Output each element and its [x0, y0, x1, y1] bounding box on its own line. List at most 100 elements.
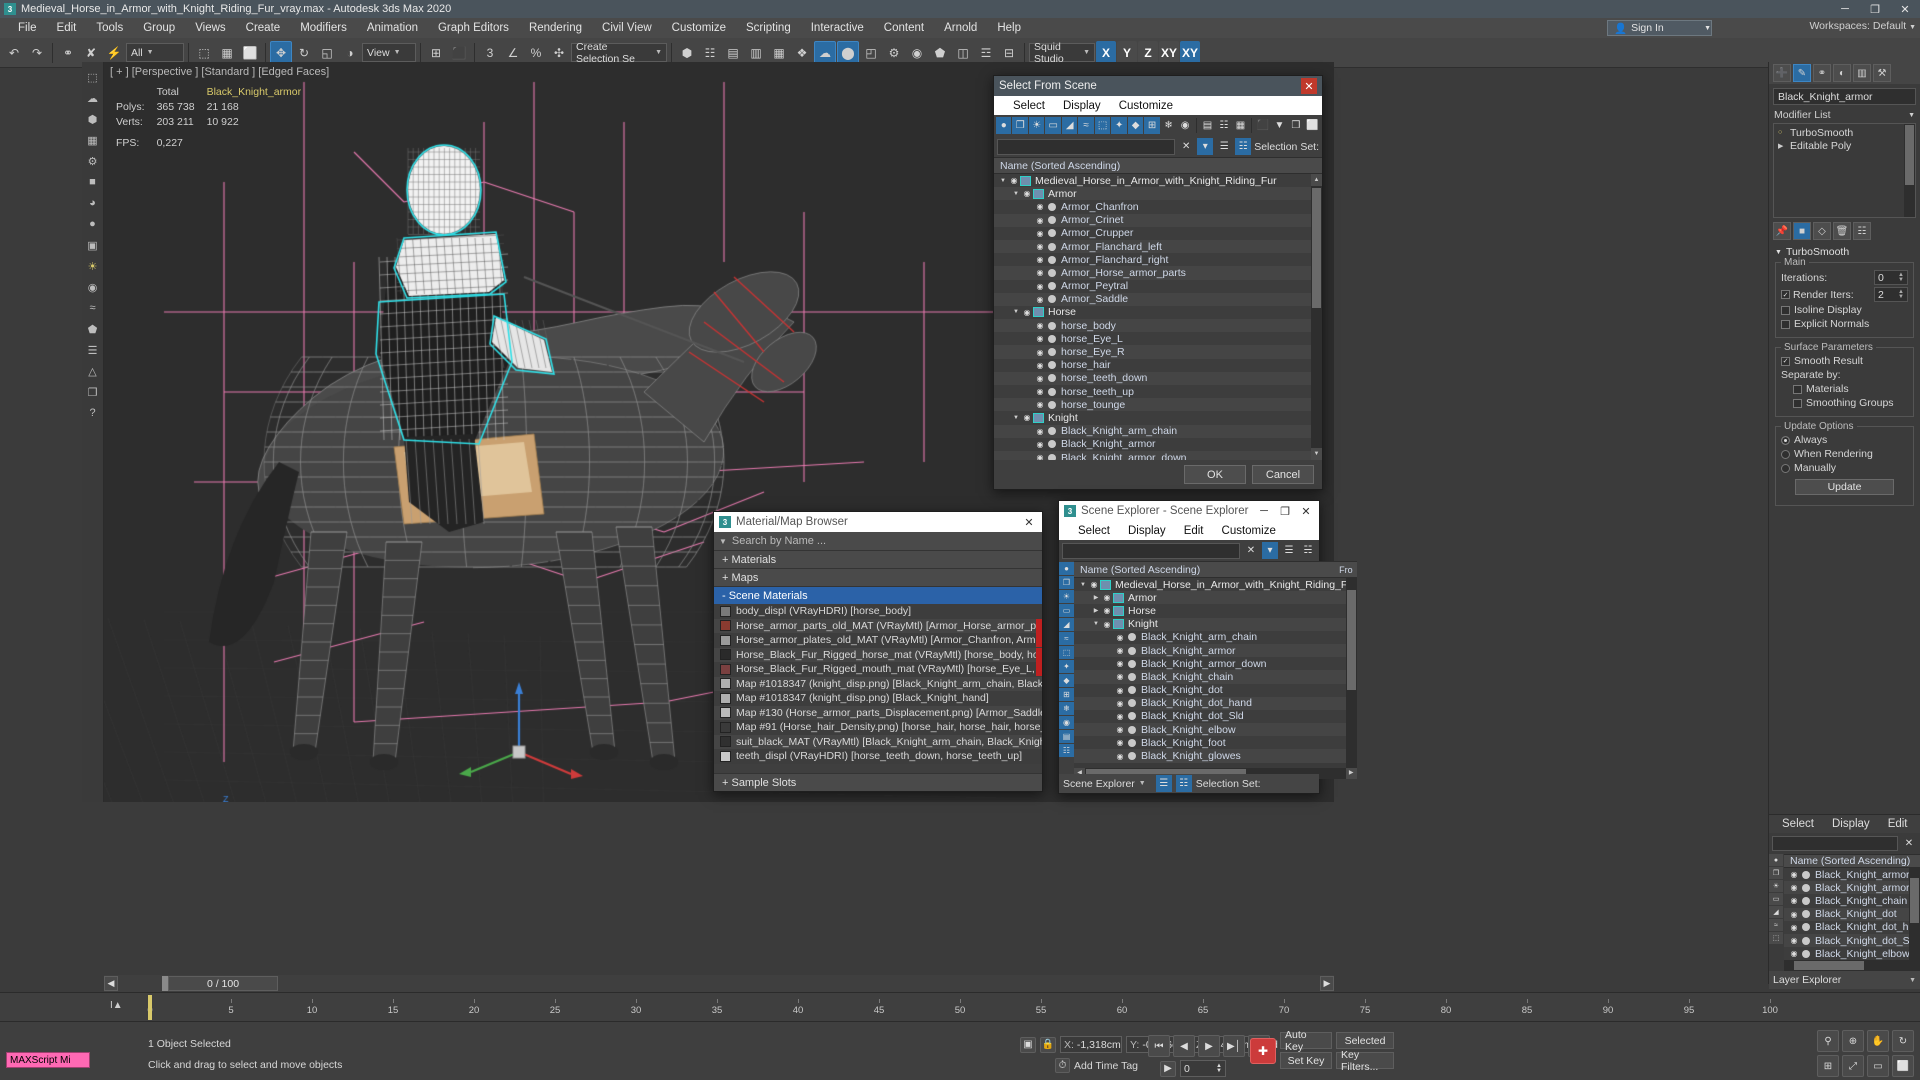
sfs-tree-row[interactable]: ◉ Armor_Flanchard_right [994, 253, 1322, 267]
mmb-material-row[interactable]: Horse_armor_plates_old_MAT (VRayMtl) [Ar… [714, 633, 1042, 648]
layer-explorer-clear-icon[interactable]: ✕ [1901, 835, 1917, 852]
left-toolbar-icon-15[interactable]: ❐ [83, 382, 103, 402]
se-tree-row[interactable]: ◉ Black_Knight_armor_down [1074, 657, 1357, 671]
modifier-stack-scrollbar[interactable] [1904, 124, 1915, 217]
isoline-display-checkbox[interactable] [1781, 305, 1790, 315]
se-vertical-scrollbar[interactable] [1345, 578, 1357, 768]
eye-icon[interactable]: ◉ [1034, 348, 1046, 357]
eye-icon[interactable]: ◉ [1101, 620, 1113, 629]
axis-constraint-z-button[interactable]: Z [1138, 40, 1158, 65]
remove-modifier-icon[interactable]: 🗑 [1833, 222, 1851, 240]
separate-smoothing-groups-checkbox[interactable] [1793, 398, 1802, 408]
chevron-down-icon[interactable]: ▼ [147, 49, 154, 56]
sfs-tree-row[interactable]: ◉ Black_Knight_armor [994, 437, 1322, 451]
se-tree-row[interactable]: ▶ ◉ Horse [1074, 604, 1357, 618]
se-side-icon-0[interactable]: ● [1059, 562, 1074, 575]
viewport-nav-icon-7[interactable]: ⬜ [1892, 1055, 1914, 1077]
timeslider-prev-button[interactable]: ◀ [104, 976, 118, 991]
se-tree-row[interactable]: ◉ Black_Knight_dot_hand [1074, 696, 1357, 710]
eye-icon[interactable]: ◉ [1034, 387, 1046, 396]
left-toolbar-icon-16[interactable]: ? [83, 403, 103, 423]
sfs-pin-icon[interactable]: ⬜ [1305, 117, 1320, 134]
lock-selection-icon[interactable]: 🔒 [1040, 1036, 1056, 1053]
chevron-down-icon[interactable]: ▼ [1011, 415, 1021, 421]
eye-icon[interactable]: ◉ [1034, 427, 1046, 436]
layer-explorer-row[interactable]: ◉ Black_Knight_armor [1784, 868, 1920, 882]
eye-icon[interactable]: ◉ [1034, 202, 1046, 211]
mmb-material-row[interactable]: teeth_displ (VRayHDRI) [horse_teeth_down… [714, 749, 1042, 764]
se-side-icon-4[interactable]: ◢ [1059, 618, 1074, 631]
se-side-icon-2[interactable]: ☀ [1059, 590, 1074, 603]
eye-icon[interactable]: ◉ [1788, 896, 1800, 905]
se-tree-row[interactable]: ▶ ◉ Armor [1074, 591, 1357, 605]
project-folder-icon[interactable]: ⊟ [998, 41, 1020, 65]
sfs-helpers-icon[interactable]: ◢ [1061, 117, 1078, 134]
layer-explorer-scrollbar[interactable] [1909, 868, 1920, 960]
se-menu-select[interactable]: Select [1069, 525, 1119, 537]
eye-icon[interactable]: ◉ [1034, 334, 1046, 343]
sfs-column-header[interactable]: Name (Sorted Ascending) [994, 157, 1322, 174]
timeslider-next-button[interactable]: ▶ [1320, 976, 1334, 991]
sfs-tree-row[interactable]: ◉ Black_Knight_armor_down [994, 450, 1322, 460]
eye-icon[interactable]: ◉ [1114, 686, 1126, 695]
timeslider-value[interactable]: 0 / 100 [168, 976, 278, 991]
render-in-cloud-icon[interactable]: ◫ [952, 41, 974, 65]
sfs-vertical-scrollbar[interactable]: ▲ ▼ [1311, 174, 1322, 460]
se-side-icon-9[interactable]: ⊞ [1059, 688, 1074, 701]
se-tree[interactable]: ▼ ◉ Medieval_Horse_in_Armor_with_Knight_Ri… [1074, 578, 1357, 768]
eye-icon[interactable]: ◉ [1114, 672, 1126, 681]
menu-item-create[interactable]: Create [236, 18, 291, 38]
select-from-scene-dialog[interactable]: Select From Scene ✕ Select Display Customi… [993, 75, 1323, 490]
left-toolbar-icon-2[interactable]: ⬢ [83, 109, 103, 129]
eye-icon[interactable]: ◉ [1114, 646, 1126, 655]
undo-icon[interactable]: ↶ [3, 41, 25, 65]
sfs-tree-row[interactable]: ◉ horse_Eye_R [994, 345, 1322, 359]
spinner-arrows-icon[interactable]: ▲ ▼ [1898, 289, 1904, 300]
left-toolbar-icon-10[interactable]: ◉ [83, 277, 103, 297]
sfs-ok-button[interactable]: OK [1184, 465, 1246, 484]
chevron-right-icon[interactable]: ▶ [1091, 607, 1101, 614]
layer-explorer-panel[interactable]: Select Display Edit ✕ ● ❐ ☀ ▭ ◢ ≈ ⬚ Name (Sorted… [1768, 814, 1920, 989]
chevron-right-icon[interactable]: ▶ [1778, 142, 1787, 150]
mmb-close-icon[interactable]: ✕ [1021, 514, 1037, 530]
menu-item-views[interactable]: Views [185, 18, 235, 38]
bind-space-warp-icon[interactable]: ⚡ [103, 41, 125, 65]
sfs-tree[interactable]: ▼ ◉ Medieval_Horse_in_Armor_with_Knight_Ri… [994, 174, 1322, 460]
iterations-spinner[interactable]: 0 ▲ ▼ [1874, 270, 1908, 285]
eye-icon[interactable]: ◉ [1088, 580, 1100, 589]
sfs-close-icon[interactable]: ✕ [1301, 78, 1317, 94]
placement-icon[interactable]: ◑ [339, 41, 361, 65]
sign-in-button[interactable]: 👤 Sign In ▼ [1607, 20, 1712, 36]
toolbar-named-selection-sets[interactable]: Create Selection Se ▼ [571, 41, 667, 65]
chevron-down-icon[interactable]: ▼ [998, 178, 1008, 184]
eye-icon[interactable]: ◉ [1114, 725, 1126, 734]
sfs-tree-row[interactable]: ◉ Black_Knight_arm_chain [994, 424, 1322, 438]
lightbulb-icon[interactable]: ○ [1778, 129, 1787, 136]
active-shade-icon[interactable]: ⬟ [929, 41, 951, 65]
absolute-mode-icon[interactable]: ▣ [1020, 1036, 1036, 1053]
le-menu-edit[interactable]: Edit [1879, 818, 1917, 830]
se-search-input[interactable] [1062, 542, 1240, 559]
object-name-field[interactable]: Black_Knight_armor [1773, 88, 1916, 105]
maxscript-mini-listener[interactable]: MAXScript Mi [6, 1052, 90, 1068]
selected-filter[interactable]: Selected [1336, 1032, 1394, 1049]
sfs-filter-icon[interactable]: ▼ [1272, 117, 1287, 134]
sfs-tree-row[interactable]: ◉ horse_Eye_L [994, 332, 1322, 346]
axis-constraint-xy-button[interactable]: XY [1180, 40, 1200, 65]
sfs-tree-row[interactable]: ◉ Armor_Horse_armor_parts [994, 266, 1322, 280]
sfs-none-icon[interactable]: ❄ [1161, 117, 1176, 134]
layer-explorer-search-input[interactable] [1772, 836, 1898, 851]
configure-sets-icon[interactable]: ☷ [1853, 222, 1871, 240]
separate-materials-checkbox[interactable] [1793, 384, 1802, 394]
manually-radio[interactable] [1781, 463, 1790, 473]
menu-item-scripting[interactable]: Scripting [736, 18, 801, 38]
sfs-search-input[interactable] [997, 138, 1176, 155]
se-tree-row[interactable]: ◉ Black_Knight_dot_Sld [1074, 709, 1357, 724]
mmb-sample-slots-section[interactable]: + Sample Slots [714, 773, 1042, 791]
se-side-icon-6[interactable]: ⬚ [1059, 646, 1074, 659]
eye-icon[interactable]: ◉ [1034, 440, 1046, 449]
eye-icon[interactable]: ◉ [1034, 282, 1046, 291]
mmb-material-row[interactable]: Map #1018347 (knight_disp.png) [Black_Kn… [714, 676, 1042, 691]
sfs-select-none-icon[interactable]: ⬛ [1255, 117, 1270, 134]
show-end-result-icon[interactable]: ■ [1793, 222, 1811, 240]
